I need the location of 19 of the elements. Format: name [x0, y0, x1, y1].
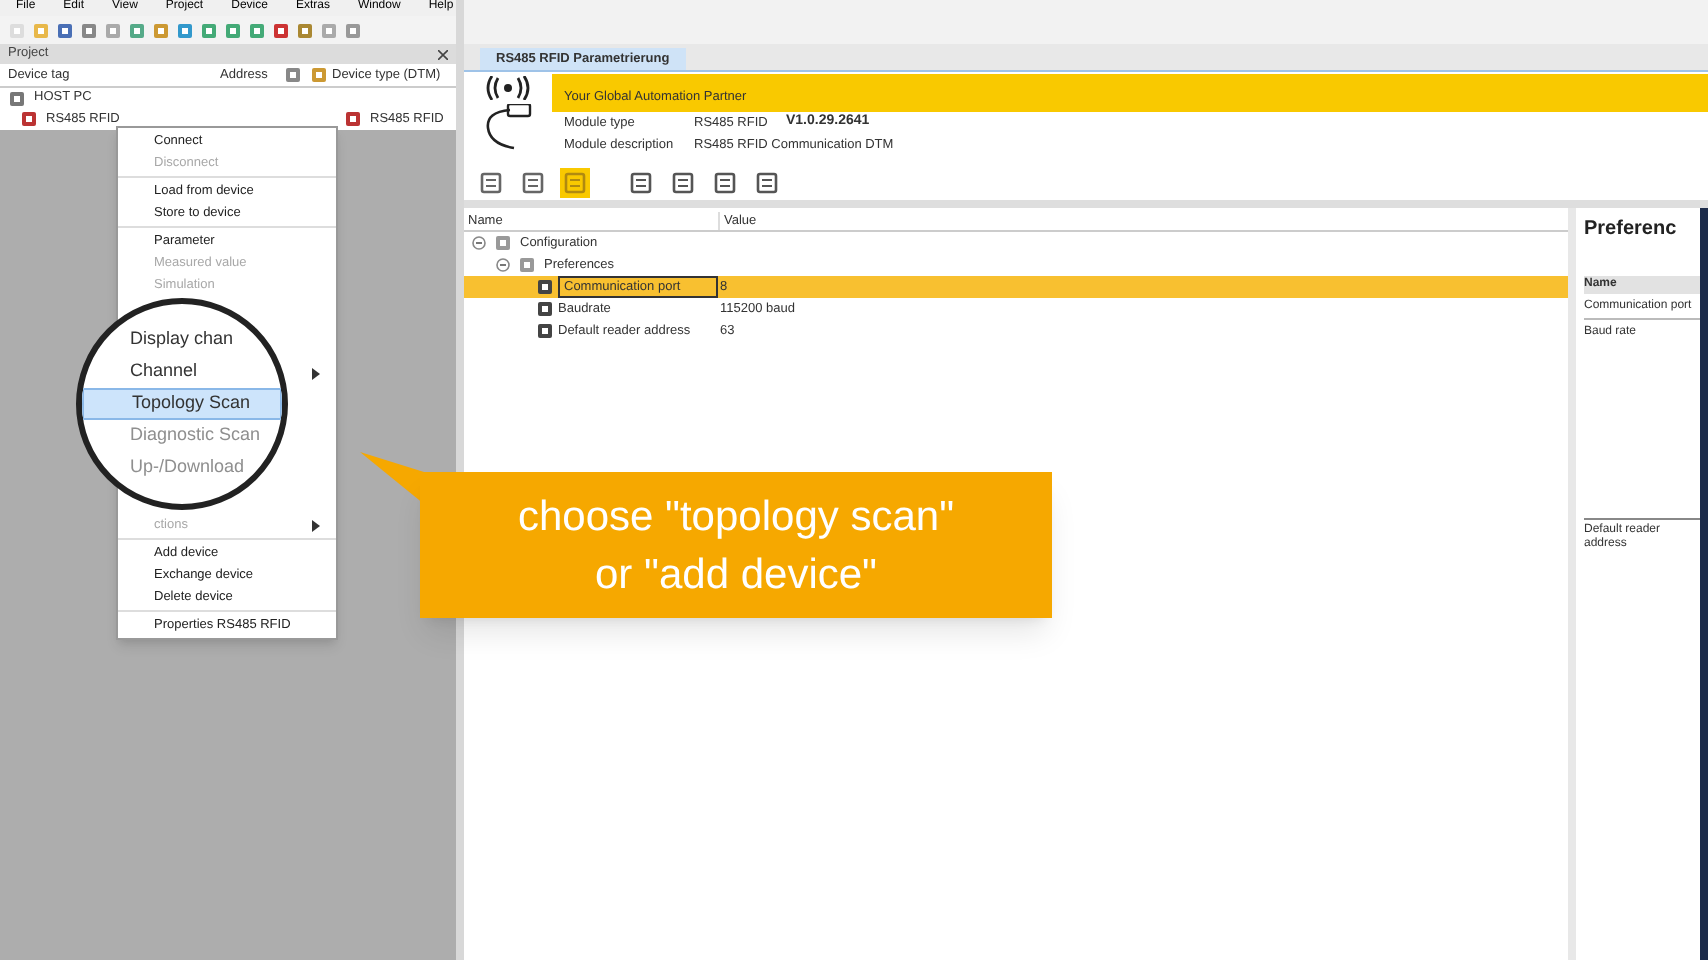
magnified-menu-item[interactable]: Channel — [82, 356, 282, 388]
callout-text: choose "topology scan" — [517, 491, 955, 543]
magnified-menu-item[interactable]: Display chan — [82, 324, 282, 356]
collapse-icon[interactable] — [496, 258, 510, 272]
toolbar-button[interactable] — [560, 167, 590, 197]
close-icon[interactable] — [438, 49, 448, 59]
toolbar-button[interactable] — [476, 167, 506, 197]
cable-drawing — [482, 104, 534, 152]
wireless-icon — [486, 76, 530, 100]
toolbar-button[interactable] — [668, 167, 698, 197]
magnified-menu-item[interactable]: Topology Scan — [82, 388, 282, 420]
collapse-icon[interactable] — [472, 236, 486, 250]
toolbar-button[interactable] — [710, 167, 740, 197]
help-title: Preferenc — [1584, 216, 1679, 244]
toolbar-button[interactable] — [626, 167, 656, 197]
toolbar-button[interactable] — [752, 167, 782, 197]
toolbar-button[interactable] — [518, 167, 548, 197]
callout-text: or "add device" — [595, 549, 877, 601]
computer-icon — [8, 89, 26, 107]
